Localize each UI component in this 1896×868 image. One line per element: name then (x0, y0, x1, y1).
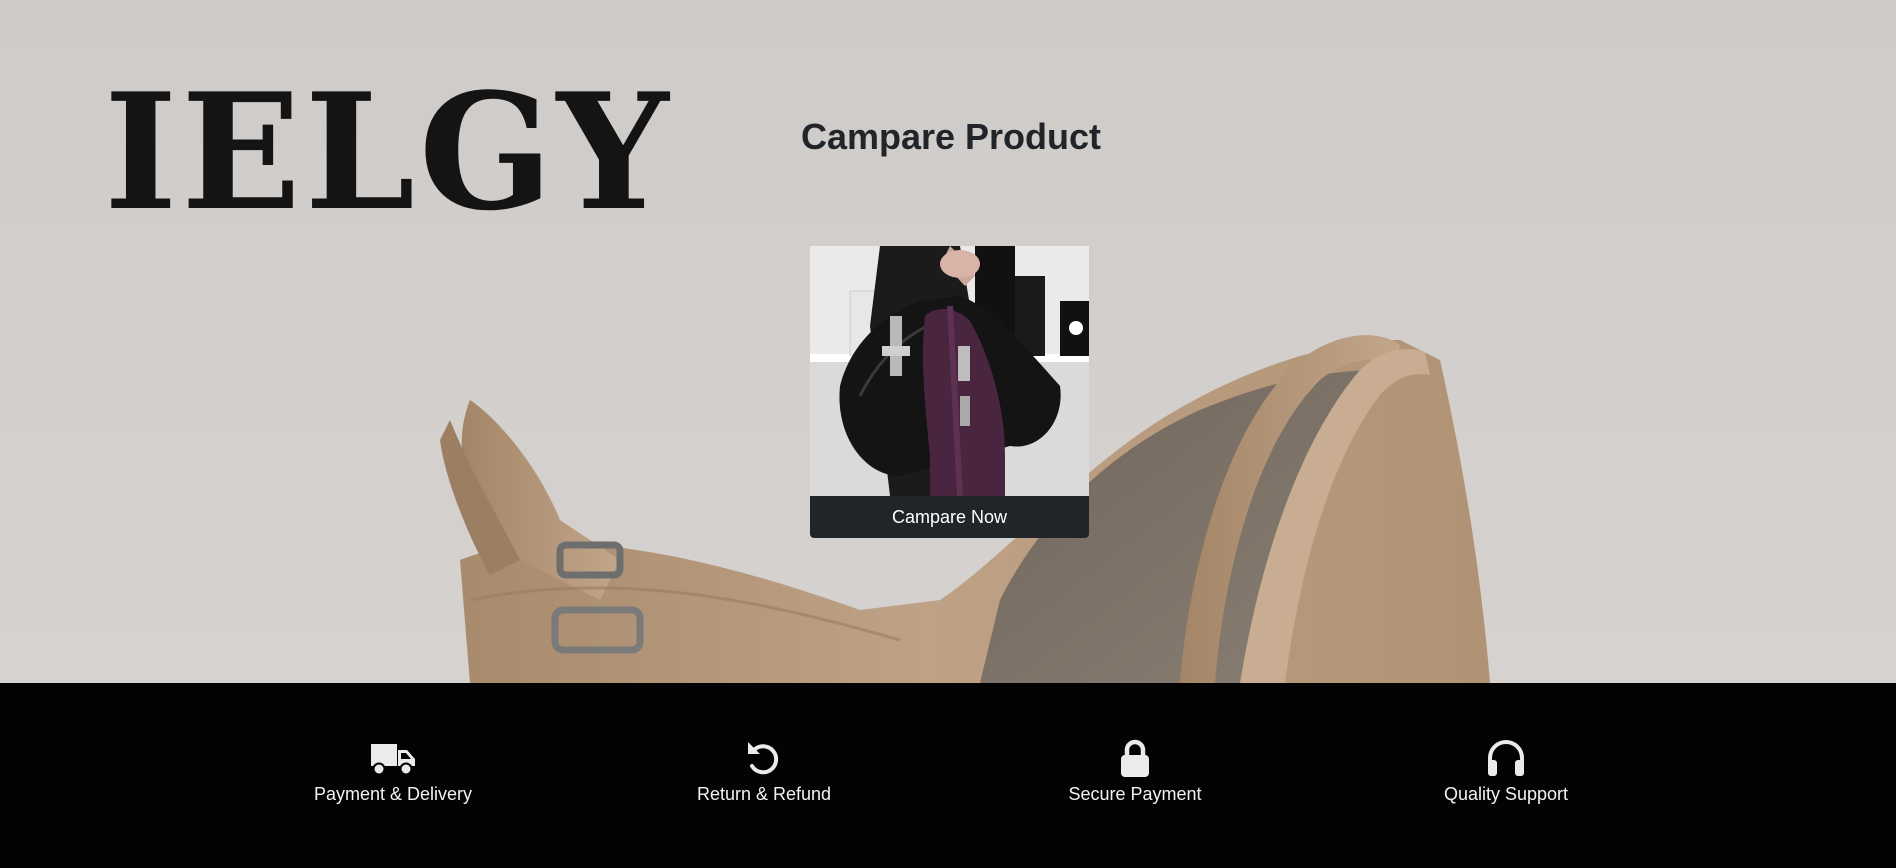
headphones-icon (1488, 740, 1524, 776)
compare-now-button[interactable]: Campare Now (810, 496, 1089, 538)
feature-label: Return & Refund (696, 784, 832, 804)
feature-secure-payment[interactable]: Secure Payment (1015, 738, 1255, 806)
lock-icon (1121, 739, 1149, 777)
feature-label: Payment & Delivery (313, 784, 473, 804)
compare-product-title: Campare Product (800, 116, 1102, 157)
compare-product-card: Campare Now (810, 246, 1089, 538)
truck-icon (371, 744, 415, 776)
handbags-image (810, 246, 1089, 496)
feature-return-refund[interactable]: Return & Refund (644, 738, 884, 806)
rotate-left-icon (748, 742, 779, 775)
feature-quality-support[interactable]: Quality Support (1386, 738, 1626, 806)
hero-banner: IELGY Campare Product Campare Now (0, 0, 1896, 683)
product-image[interactable] (810, 246, 1089, 496)
feature-label: Quality Support (1443, 784, 1569, 804)
feature-label: Secure Payment (1068, 784, 1202, 804)
page: IELGY Campare Product Campare Now Paymen… (0, 0, 1896, 868)
features-bar: Payment & Delivery Return & Refund Secur… (0, 683, 1896, 868)
feature-payment-delivery[interactable]: Payment & Delivery (273, 738, 513, 806)
